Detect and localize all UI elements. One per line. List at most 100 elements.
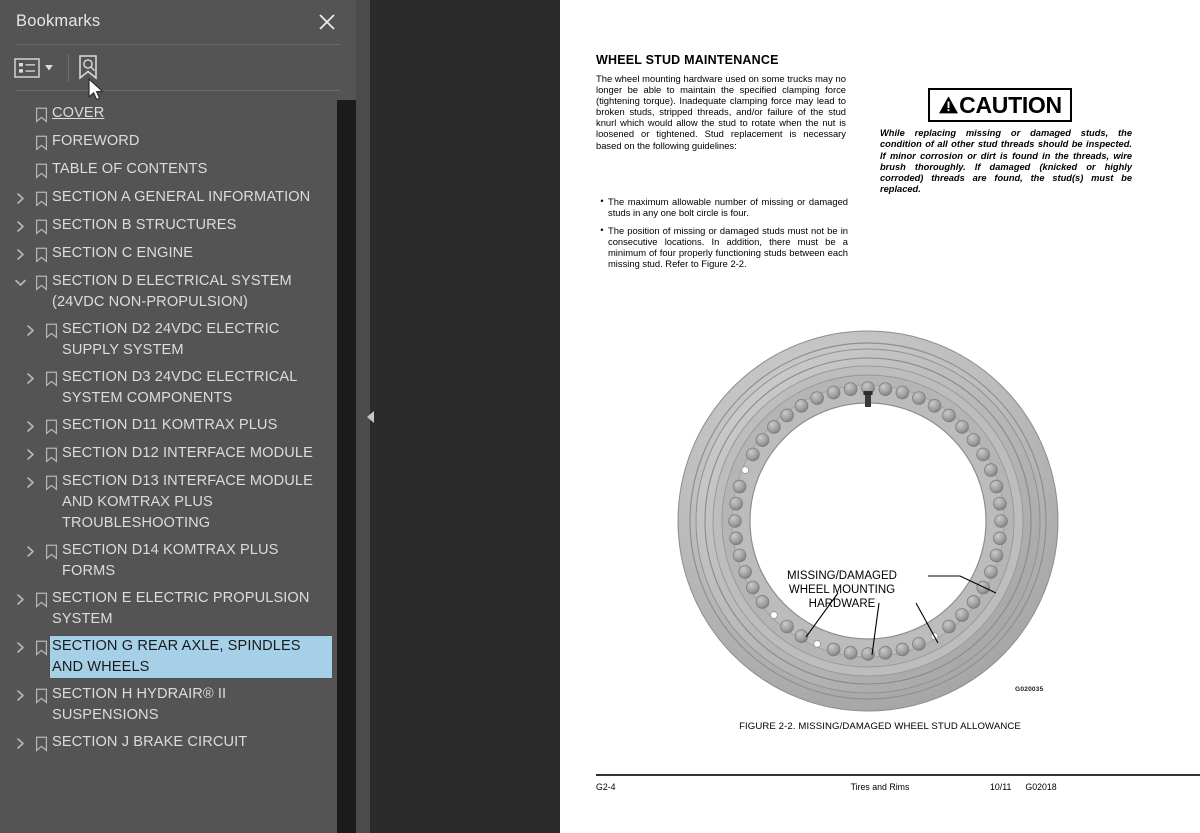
wheel-stud — [767, 420, 781, 434]
twisty-placeholder — [10, 132, 30, 153]
bookmarks-panel: Bookmarks COVER FOREWORD TABLE OF CONTEN… — [0, 0, 356, 833]
bookmark-item-8[interactable]: SECTION D3 24VDC ELECTRICAL SYSTEM COMPO… — [0, 364, 338, 412]
wheel-stud — [826, 385, 841, 400]
bullet-text: The position of missing or damaged studs… — [608, 225, 848, 270]
figure-callout-line-2: WHEEL MOUNTING — [789, 584, 895, 596]
bookmark-item-4[interactable]: SECTION B STRUCTURES — [0, 212, 338, 240]
wheel-stud — [984, 565, 998, 579]
bookmark-item-13[interactable]: SECTION E ELECTRIC PROPULSION SYSTEM — [0, 585, 338, 633]
wheel-stud — [732, 479, 747, 494]
bookmark-item-16[interactable]: SECTION J BRAKE CIRCUIT — [0, 729, 338, 757]
wheel-stud — [843, 646, 858, 660]
bookmark-icon — [30, 272, 52, 293]
chevron-right-icon[interactable] — [10, 216, 30, 237]
bookmarks-list[interactable]: COVER FOREWORD TABLE OF CONTENTS SECTION A … — [0, 100, 338, 833]
bookmark-item-0[interactable]: COVER — [0, 100, 338, 128]
chevron-down-icon[interactable] — [10, 272, 30, 293]
wheel-stud — [976, 447, 990, 462]
bookmark-item-14[interactable]: SECTION G REAR AXLE, SPINDLES AND WHEELS — [0, 633, 338, 681]
close-icon[interactable] — [314, 9, 340, 35]
collapse-left-icon[interactable] — [363, 408, 379, 426]
twisty-placeholder — [10, 160, 30, 181]
wheel-stud — [955, 420, 969, 434]
bookmark-icon — [40, 472, 62, 493]
bookmark-item-6[interactable]: SECTION D ELECTRICAL SYSTEM (24VDC NON-P… — [0, 268, 338, 316]
bookmark-item-2[interactable]: TABLE OF CONTENTS — [0, 156, 338, 184]
wheel-stud — [984, 463, 998, 477]
bookmark-item-5[interactable]: SECTION C ENGINE — [0, 240, 338, 268]
bookmarks-scrollbar-track[interactable] — [337, 100, 356, 833]
chevron-right-icon[interactable] — [10, 733, 30, 754]
wheel-stud — [780, 408, 794, 423]
list-options-button[interactable] — [14, 55, 62, 81]
wheel-stud — [810, 391, 824, 405]
bookmark-item-label: SECTION H HYDRAIR® II SUSPENSIONS — [52, 686, 227, 723]
bookmark-icon — [40, 444, 62, 465]
bookmark-icon — [30, 589, 52, 610]
bookmarks-panel-title: Bookmarks — [16, 12, 101, 30]
wheel-stud — [755, 433, 770, 447]
list-item: • The maximum allowable number of missin… — [596, 196, 848, 218]
wheel-stud — [927, 399, 942, 413]
toolbar-divider — [16, 90, 340, 91]
bookmark-icon — [40, 416, 62, 437]
bookmark-item-15[interactable]: SECTION H HYDRAIR® II SUSPENSIONS — [0, 681, 338, 729]
bookmark-item-label: SECTION A GENERAL INFORMATION — [52, 189, 311, 205]
wheel-stud — [994, 514, 1008, 528]
wheel-stud — [729, 531, 743, 546]
bookmark-item-10[interactable]: SECTION D12 INTERFACE MODULE — [0, 440, 338, 468]
wheel-stud — [942, 408, 956, 423]
chevron-right-icon[interactable] — [10, 244, 30, 265]
bookmark-item-9[interactable]: SECTION D11 KOMTRAX PLUS — [0, 412, 338, 440]
bookmark-item-label: SECTION E ELECTRIC PROPULSION SYSTEM — [52, 590, 310, 627]
twisty-placeholder — [10, 104, 30, 125]
bookmark-icon — [30, 685, 52, 706]
wheel-stud — [993, 496, 1007, 511]
wheel-stud — [728, 514, 742, 528]
bullet-dot-icon: • — [600, 225, 604, 236]
chevron-right-icon[interactable] — [20, 320, 40, 341]
chevron-right-icon[interactable] — [10, 188, 30, 209]
wheel-stud — [780, 619, 794, 634]
chevron-right-icon[interactable] — [20, 368, 40, 389]
wheel-stud — [746, 580, 760, 595]
wheel-stud — [746, 447, 760, 462]
bookmark-item-11[interactable]: SECTION D13 INTERFACE MODULE AND KOMTRAX… — [0, 468, 338, 537]
bookmark-icon — [30, 132, 52, 153]
chevron-right-icon[interactable] — [20, 416, 40, 437]
figure-caption: FIGURE 2-2. MISSING/DAMAGED WHEEL STUD A… — [739, 721, 1021, 732]
bookmark-icon — [30, 216, 52, 237]
caution-label: CAUTION — [959, 91, 1062, 118]
chevron-right-icon[interactable] — [20, 541, 40, 562]
bookmark-icon — [30, 160, 52, 181]
wheel-stud — [843, 382, 858, 396]
bookmark-icon — [40, 368, 62, 389]
page-gutter — [356, 0, 560, 833]
chevron-right-icon[interactable] — [10, 589, 30, 610]
wheel-stud — [895, 385, 910, 400]
bookmark-item-label: TABLE OF CONTENTS — [52, 161, 208, 177]
chevron-right-icon[interactable] — [10, 685, 30, 706]
chevron-right-icon[interactable] — [10, 637, 30, 658]
caution-banner: CAUTION — [928, 88, 1072, 122]
wheel-stud — [912, 391, 926, 405]
bookmark-item-3[interactable]: SECTION A GENERAL INFORMATION — [0, 184, 338, 212]
wheel-stud — [942, 619, 956, 634]
chevron-right-icon[interactable] — [20, 472, 40, 493]
wheel-stud — [732, 548, 747, 563]
bookmark-item-12[interactable]: SECTION D14 KOMTRAX PLUS FORMS — [0, 537, 338, 585]
bookmark-item-7[interactable]: SECTION D2 24VDC ELECTRIC SUPPLY SYSTEM — [0, 316, 338, 364]
find-bookmark-button[interactable] — [74, 53, 102, 83]
warning-triangle-icon — [938, 95, 959, 115]
chevron-right-icon[interactable] — [20, 444, 40, 465]
bookmark-icon — [40, 541, 62, 562]
wheel-stud — [955, 608, 969, 622]
bookmark-item-label: COVER — [52, 105, 105, 121]
bullet-text: The maximum allowable number of missing … — [608, 196, 848, 219]
bookmark-item-1[interactable]: FOREWORD — [0, 128, 338, 156]
missing-stud-marker — [741, 466, 749, 474]
bookmark-icon — [30, 244, 52, 265]
figure-code: G020035 — [1015, 686, 1044, 693]
wheel-stud — [794, 399, 809, 413]
wheel-stud — [989, 479, 1004, 494]
